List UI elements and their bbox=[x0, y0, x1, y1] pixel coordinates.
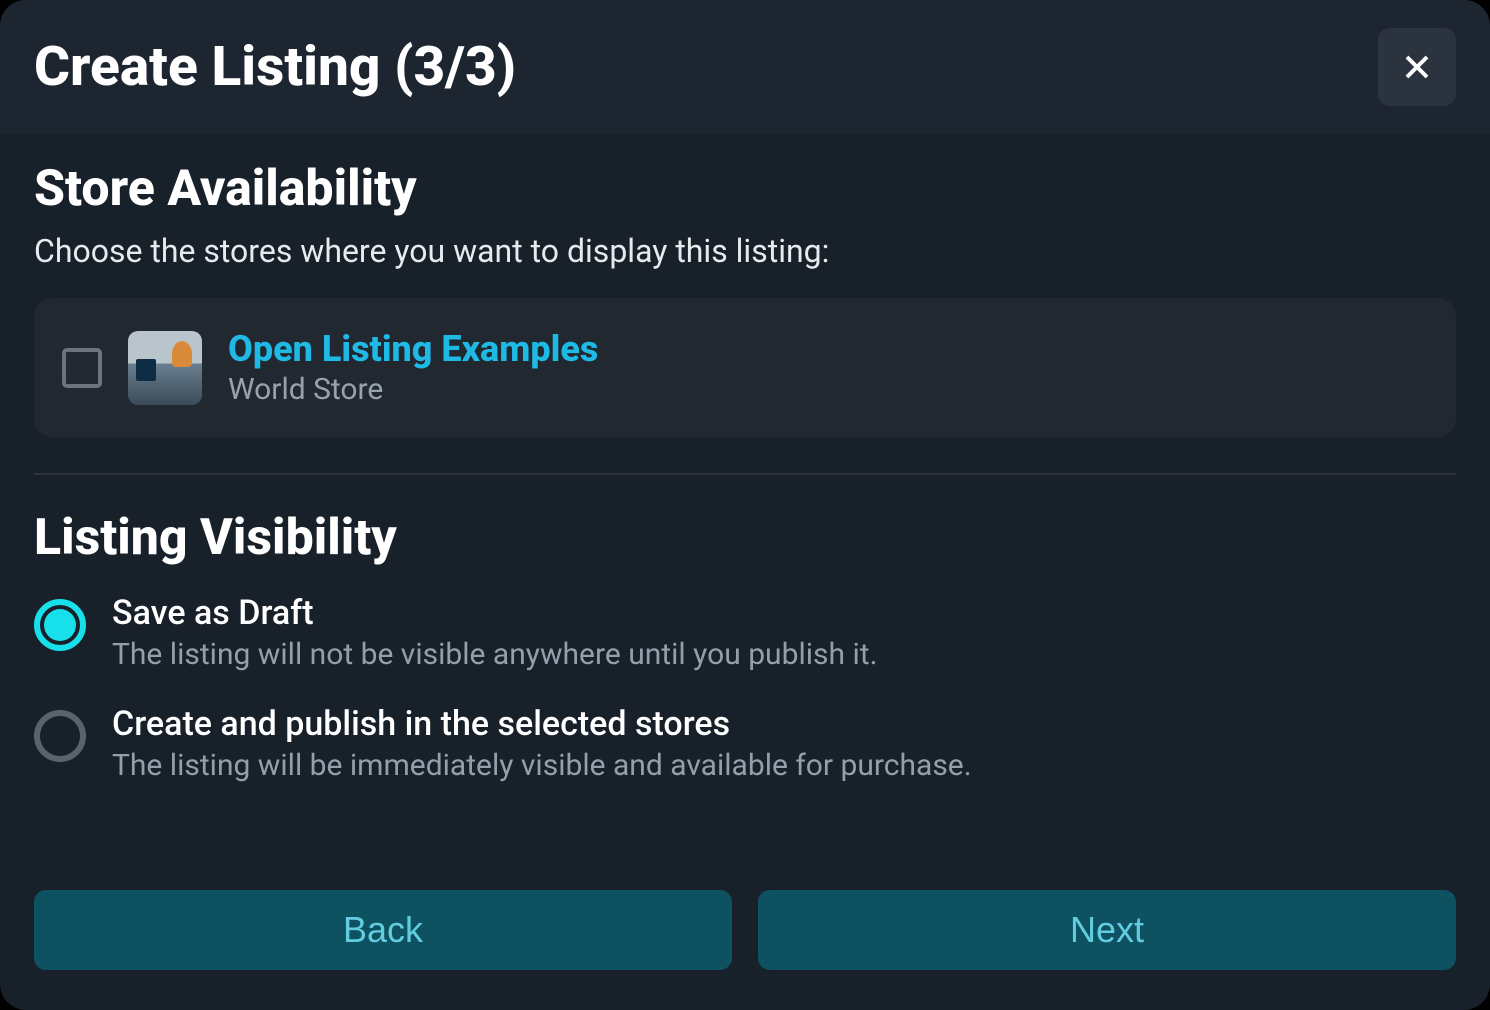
visibility-option-publish[interactable]: Create and publish in the selected store… bbox=[34, 704, 1456, 783]
dialog-footer: Back Next bbox=[0, 890, 1490, 1010]
section-divider bbox=[34, 473, 1456, 475]
dialog-title: Create Listing (3/3) bbox=[34, 35, 516, 99]
visibility-option-text: Create and publish in the selected store… bbox=[112, 704, 972, 783]
create-listing-dialog: Create Listing (3/3) Store Availability … bbox=[0, 0, 1490, 1010]
dialog-body: Store Availability Choose the stores whe… bbox=[0, 134, 1490, 890]
visibility-option-text: Save as Draft The listing will not be vi… bbox=[112, 593, 878, 672]
store-availability-subheading: Choose the stores where you want to disp… bbox=[34, 232, 1456, 270]
option-title: Save as Draft bbox=[112, 593, 878, 633]
store-text: Open Listing Examples World Store bbox=[228, 328, 598, 407]
next-button[interactable]: Next bbox=[758, 890, 1456, 970]
store-availability-heading: Store Availability bbox=[34, 160, 1456, 218]
visibility-option-draft[interactable]: Save as Draft The listing will not be vi… bbox=[34, 593, 1456, 672]
store-row[interactable]: Open Listing Examples World Store bbox=[34, 298, 1456, 437]
radio-dot-icon bbox=[44, 609, 76, 641]
store-thumbnail bbox=[128, 331, 202, 405]
radio-publish[interactable] bbox=[34, 710, 86, 762]
store-checkbox[interactable] bbox=[62, 348, 102, 388]
dialog-header: Create Listing (3/3) bbox=[0, 0, 1490, 134]
close-icon bbox=[1402, 52, 1432, 82]
store-type: World Store bbox=[228, 372, 598, 407]
radio-draft[interactable] bbox=[34, 599, 86, 651]
option-description: The listing will not be visible anywhere… bbox=[112, 637, 878, 672]
listing-visibility-heading: Listing Visibility bbox=[34, 509, 1456, 567]
option-title: Create and publish in the selected store… bbox=[112, 704, 972, 744]
store-name: Open Listing Examples bbox=[228, 328, 598, 370]
back-button[interactable]: Back bbox=[34, 890, 732, 970]
option-description: The listing will be immediately visible … bbox=[112, 748, 972, 783]
close-button[interactable] bbox=[1378, 28, 1456, 106]
